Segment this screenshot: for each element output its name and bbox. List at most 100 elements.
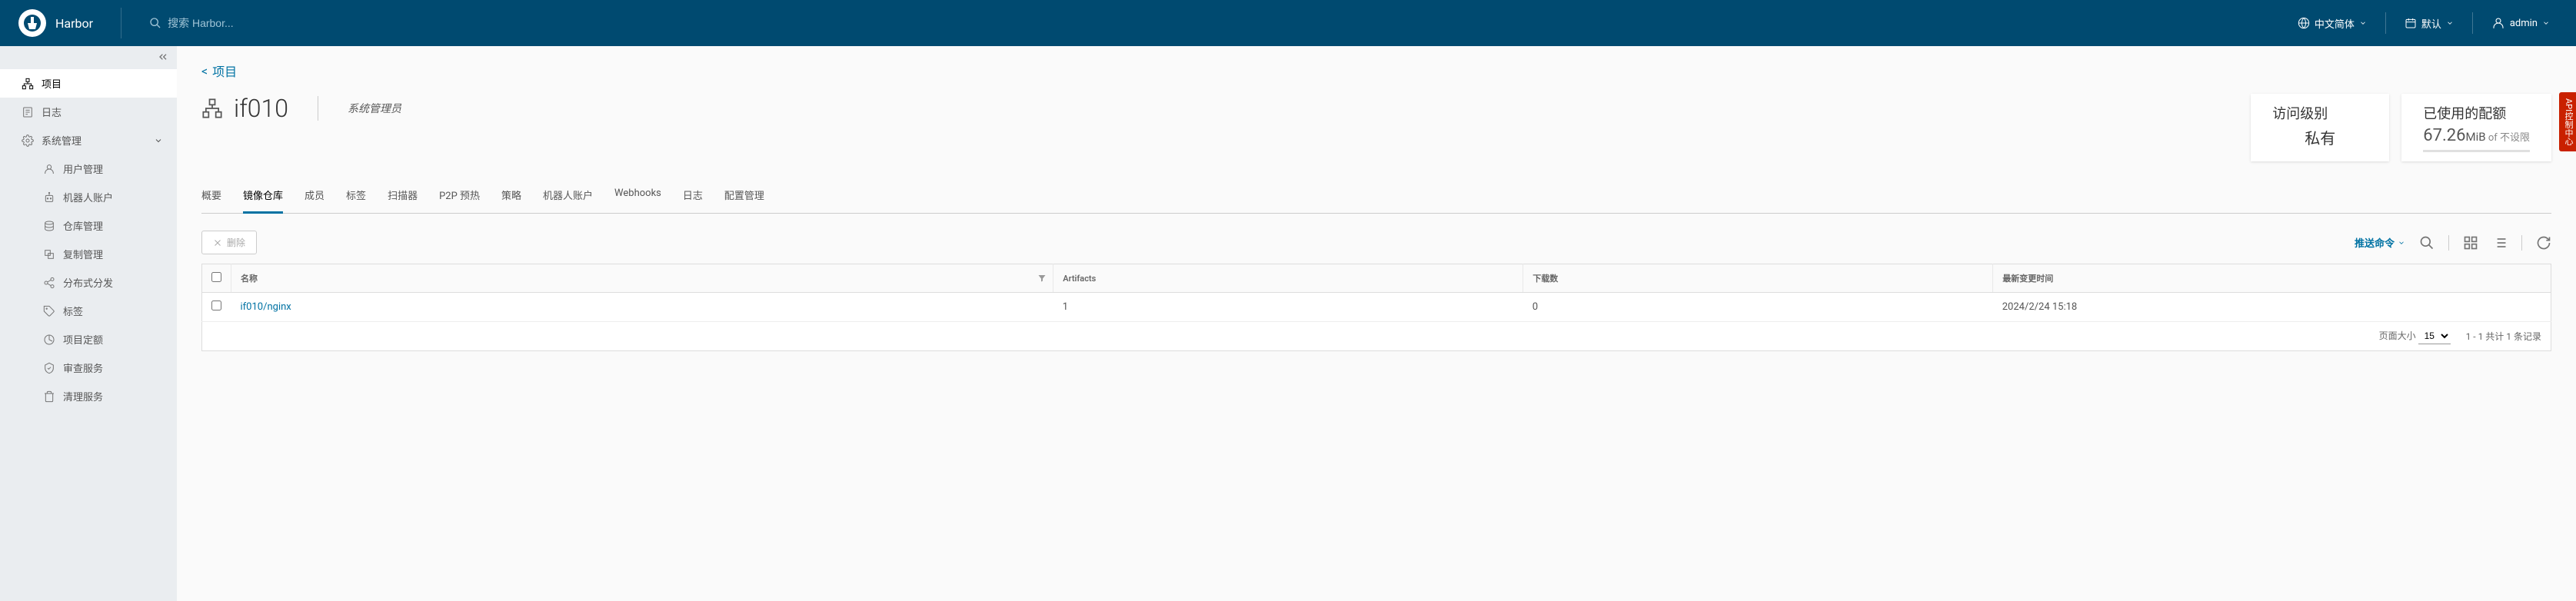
projects-icon <box>22 78 34 90</box>
tab[interactable]: 日志 <box>683 180 703 213</box>
sidebar-item-distribution[interactable]: 分布式分发 <box>0 268 177 297</box>
repo-link[interactable]: if010/nginx <box>241 301 291 313</box>
globe-icon <box>2298 17 2310 29</box>
select-all-checkbox[interactable] <box>211 272 221 282</box>
chevron-down-icon <box>2359 19 2367 27</box>
sidebar-item-repo[interactable]: 仓库管理 <box>0 211 177 240</box>
chevron-down-icon <box>154 136 163 145</box>
api-explorer-tab[interactable]: API控制中心 <box>2559 92 2576 151</box>
language-label: 中文简体 <box>2315 16 2355 31</box>
logo-wrap[interactable]: Harbor <box>18 9 93 37</box>
quota-limit: 不设限 <box>2500 132 2530 144</box>
sidebar-item-label: 日志 <box>42 105 62 119</box>
tab[interactable]: 概要 <box>201 180 221 213</box>
project-icon <box>201 98 223 119</box>
row-checkbox[interactable] <box>211 300 221 310</box>
cell-pulls: 0 <box>1523 293 1993 322</box>
tab[interactable]: 标签 <box>346 180 366 213</box>
tab[interactable]: 配置管理 <box>724 180 764 213</box>
top-header: Harbor 中文简体 默认 <box>0 0 2576 46</box>
quota-of: of <box>2488 132 2498 144</box>
quota-card-title: 已使用的配额 <box>2423 103 2530 123</box>
theme-label: 默认 <box>2421 16 2441 31</box>
push-command-button[interactable]: 推送命令 <box>2355 235 2405 250</box>
repo-icon <box>43 220 55 232</box>
sidebar-item-cleanup[interactable]: 清理服务 <box>0 382 177 410</box>
card-view-button[interactable] <box>2463 235 2478 251</box>
chevron-down-icon <box>2542 19 2550 27</box>
calendar-icon <box>2405 17 2417 29</box>
page-size-label: 页面大小 <box>2379 330 2416 341</box>
sidebar-item-user[interactable]: 用户管理 <box>0 154 177 183</box>
breadcrumb-back[interactable]: < 项目 <box>201 61 2551 80</box>
sidebar-item-label: 复制管理 <box>63 247 103 261</box>
robot-icon <box>43 191 55 204</box>
cell-artifacts: 1 <box>1053 293 1523 322</box>
search-icon <box>149 17 161 29</box>
sidebar-item-gear[interactable]: 系统管理 <box>0 126 177 154</box>
page-size-select[interactable]: 15 <box>2418 328 2451 344</box>
sidebar-item-label: 系统管理 <box>42 133 82 148</box>
quota-progress-bar <box>2423 150 2530 152</box>
column-updated[interactable]: 最新变更时间 <box>1993 264 2551 293</box>
quota-icon <box>43 334 55 346</box>
column-name[interactable]: 名称 <box>231 264 1053 293</box>
sidebar-item-tag[interactable]: 标签 <box>0 297 177 325</box>
gear-icon <box>22 134 34 147</box>
close-icon <box>213 238 222 247</box>
header-separator <box>2385 12 2386 34</box>
table-row: if010/nginx102024/2/24 15:18 <box>202 293 2551 322</box>
sidebar-item-robot[interactable]: 机器人账户 <box>0 183 177 211</box>
sidebar-item-logs[interactable]: 日志 <box>0 98 177 126</box>
access-level-card: 访问级别 私有 <box>2251 94 2389 161</box>
column-name-label: 名称 <box>241 274 258 284</box>
tab[interactable]: 成员 <box>305 180 324 213</box>
sidebar-item-label: 标签 <box>63 304 83 318</box>
tab[interactable]: 镜像仓库 <box>243 180 283 214</box>
distribution-icon <box>43 277 55 289</box>
tab[interactable]: 策略 <box>501 180 521 213</box>
tab[interactable]: P2P 预热 <box>439 180 480 213</box>
quota-value-number: 67.26 <box>2423 126 2465 145</box>
chevron-down-icon <box>2398 239 2405 247</box>
repositories-table: 名称 Artifacts 下载数 最新变更时间 if010/nginx10202… <box>201 264 2551 322</box>
tab[interactable]: 机器人账户 <box>543 180 593 213</box>
page-size-control: 页面大小 15 <box>2379 328 2451 344</box>
header-right: 中文简体 默认 admin <box>2290 12 2558 35</box>
logs-icon <box>22 106 34 118</box>
sidebar-item-label: 用户管理 <box>63 161 103 176</box>
sidebar: 项目日志系统管理用户管理机器人账户仓库管理复制管理分布式分发标签项目定额审查服务… <box>0 46 177 601</box>
language-selector[interactable]: 中文简体 <box>2290 12 2375 35</box>
list-view-button[interactable] <box>2492 235 2508 251</box>
global-search[interactable] <box>149 17 398 29</box>
tab[interactable]: Webhooks <box>614 180 661 213</box>
sidebar-item-label: 项目定额 <box>63 332 103 347</box>
filter-icon[interactable] <box>1037 274 1047 283</box>
delete-button[interactable]: 删除 <box>201 231 257 254</box>
access-card-value: 私有 <box>2272 126 2368 148</box>
tab[interactable]: 扫描器 <box>388 180 418 213</box>
quota-value-unit: MiB <box>2465 130 2485 144</box>
project-title-wrap: if010 系统管理员 <box>201 94 401 123</box>
header-separator <box>2472 12 2473 34</box>
sidebar-item-label: 仓库管理 <box>63 218 103 233</box>
sidebar-item-label: 分布式分发 <box>63 275 113 290</box>
sidebar-item-quota[interactable]: 项目定额 <box>0 325 177 354</box>
project-tabs: 概要镜像仓库成员标签扫描器 P2P 预热策略机器人账户 Webhooks 日志配置管理 <box>201 180 2551 214</box>
theme-selector[interactable]: 默认 <box>2397 12 2461 35</box>
search-input[interactable] <box>168 17 398 29</box>
sidebar-item-audit[interactable]: 审查服务 <box>0 354 177 382</box>
column-artifacts[interactable]: Artifacts <box>1053 264 1523 293</box>
sidebar-item-projects[interactable]: 项目 <box>0 69 177 98</box>
refresh-button[interactable] <box>2536 235 2551 251</box>
sidebar-collapse-button[interactable] <box>157 51 169 63</box>
filter-search-button[interactable] <box>2419 235 2435 251</box>
quota-card: 已使用的配额 67.26MiB of 不设限 <box>2401 94 2551 161</box>
sidebar-item-label: 审查服务 <box>63 360 103 375</box>
user-menu[interactable]: admin <box>2484 12 2558 35</box>
toolbar-separator <box>2521 235 2522 251</box>
chevron-down-icon <box>2446 19 2454 27</box>
column-pulls[interactable]: 下载数 <box>1523 264 1993 293</box>
tag-icon <box>43 305 55 317</box>
sidebar-item-replication[interactable]: 复制管理 <box>0 240 177 268</box>
